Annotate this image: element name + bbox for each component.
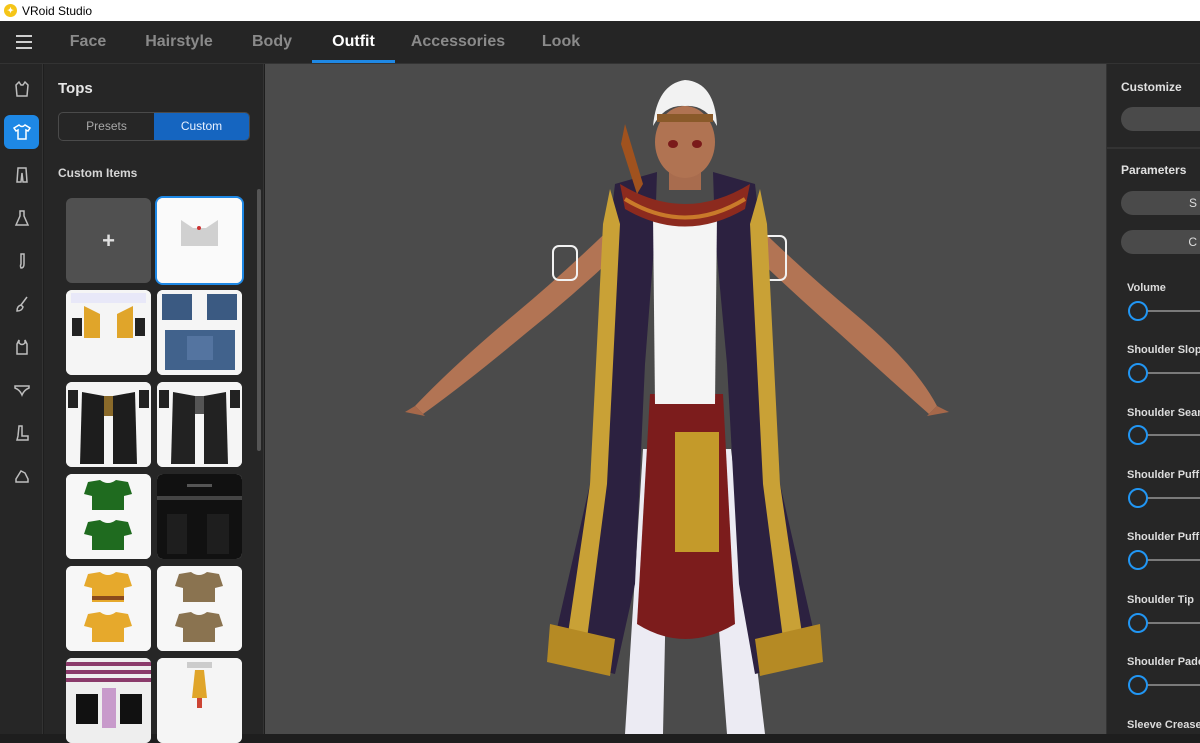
pants-icon[interactable] (4, 158, 39, 192)
green-tshirt-texture (66, 474, 151, 559)
parameters-button-1[interactable]: S (1121, 191, 1200, 215)
shirt-outline-icon[interactable] (4, 72, 39, 106)
custom-item-thumbnail[interactable] (157, 658, 242, 743)
main-tab-bar: Face Hairstyle Body Outfit Accessories L… (0, 21, 1200, 64)
slider-knob-shoulder-puff-2[interactable] (1128, 550, 1148, 570)
shoe-icon[interactable] (4, 459, 39, 493)
slider-label-shoulder-puff-2: Shoulder Puff (1127, 531, 1200, 543)
dress-icon[interactable] (4, 201, 39, 235)
vroid-logo-icon: ✦ (4, 4, 17, 17)
slider-label-shoulder-puff-1: Shoulder Puff (1127, 469, 1200, 481)
slider-knob-shoulder-pad[interactable] (1128, 675, 1148, 695)
panel-title: Tops (58, 80, 93, 97)
brown-shirt-texture (157, 566, 242, 651)
slider-knob-shoulder-puff-1[interactable] (1128, 488, 1148, 508)
tab-body[interactable]: Body (238, 21, 306, 64)
slider-knob-shoulder-seam[interactable] (1128, 425, 1148, 445)
custom-item-thumbnail[interactable] (66, 566, 151, 651)
active-tab-indicator (312, 60, 395, 63)
add-custom-item-button[interactable]: + (66, 198, 151, 283)
white-robe-texture (157, 658, 242, 743)
parameters-heading: Parameters (1121, 163, 1187, 177)
plus-icon: + (102, 227, 115, 253)
tab-outfit[interactable]: Outfit (312, 21, 395, 64)
custom-item-thumbnail[interactable] (157, 474, 242, 559)
slider-label-shoulder-pad: Shoulder Pado (1127, 656, 1200, 668)
yellow-vest-texture (66, 290, 151, 375)
slider-label-sleeve-crease: Sleeve Crease (1127, 719, 1200, 731)
white-top-texture (157, 198, 242, 283)
custom-segment-button[interactable]: Custom (154, 113, 249, 140)
tab-accessories[interactable]: Accessories (408, 21, 508, 64)
tanktop-icon[interactable] (4, 330, 39, 364)
slider-label-shoulder-seam: Shoulder Sean (1127, 407, 1200, 419)
custom-items-heading: Custom Items (58, 166, 138, 180)
slider-label-shoulder-slope: Shoulder Slop (1127, 344, 1200, 356)
sock-icon[interactable] (4, 244, 39, 278)
tops-panel: Tops Presets Custom Custom Items + (44, 64, 264, 743)
custom-item-thumbnail[interactable] (157, 566, 242, 651)
tab-hairstyle[interactable]: Hairstyle (138, 21, 220, 64)
category-icon-bar (0, 64, 43, 734)
presets-custom-toggle: Presets Custom (58, 112, 250, 141)
brush-icon[interactable] (4, 287, 39, 321)
yellow-shirt-texture (66, 566, 151, 651)
custom-item-thumbnail[interactable] (157, 198, 242, 283)
custom-item-thumbnail[interactable] (66, 474, 151, 559)
slider-label-volume: Volume (1127, 282, 1166, 294)
app-title: VRoid Studio (22, 3, 93, 18)
custom-item-thumbnail[interactable] (157, 290, 242, 375)
tshirt-icon[interactable] (4, 115, 39, 149)
custom-item-thumbnail[interactable] (66, 290, 151, 375)
tab-face[interactable]: Face (54, 21, 122, 64)
custom-item-thumbnail[interactable] (66, 658, 151, 743)
dark-pattern-texture (157, 474, 242, 559)
tab-look[interactable]: Look (530, 21, 592, 64)
window-titlebar: ✦ VRoid Studio (0, 0, 1200, 21)
parameters-button-2[interactable]: C (1121, 230, 1200, 254)
pink-stripe-texture (66, 658, 151, 743)
custom-item-thumbnail[interactable] (66, 382, 151, 467)
slider-knob-shoulder-tip[interactable] (1128, 613, 1148, 633)
slider-label-shoulder-tip: Shoulder Tip (1127, 594, 1195, 606)
slider-knob-volume[interactable] (1128, 301, 1148, 321)
customize-heading: Customize (1121, 80, 1182, 94)
denim-jacket-texture (157, 290, 242, 375)
underwear-icon[interactable] (4, 373, 39, 407)
slider-knob-shoulder-slope[interactable] (1128, 363, 1148, 383)
boot-icon[interactable] (4, 416, 39, 450)
customize-button[interactable] (1121, 107, 1200, 131)
character-model (405, 80, 949, 734)
black-coat-texture (66, 382, 151, 467)
black-coat-texture-alt (157, 382, 242, 467)
hamburger-menu-icon[interactable] (16, 35, 32, 49)
panel-divider (1107, 147, 1200, 149)
panel-scrollbar[interactable] (257, 189, 261, 451)
presets-segment-button[interactable]: Presets (59, 113, 154, 140)
custom-item-thumbnail[interactable] (157, 382, 242, 467)
customize-panel: Customize Parameters S C Volume Shoulder… (1106, 64, 1200, 734)
3d-viewport[interactable] (265, 64, 1106, 734)
